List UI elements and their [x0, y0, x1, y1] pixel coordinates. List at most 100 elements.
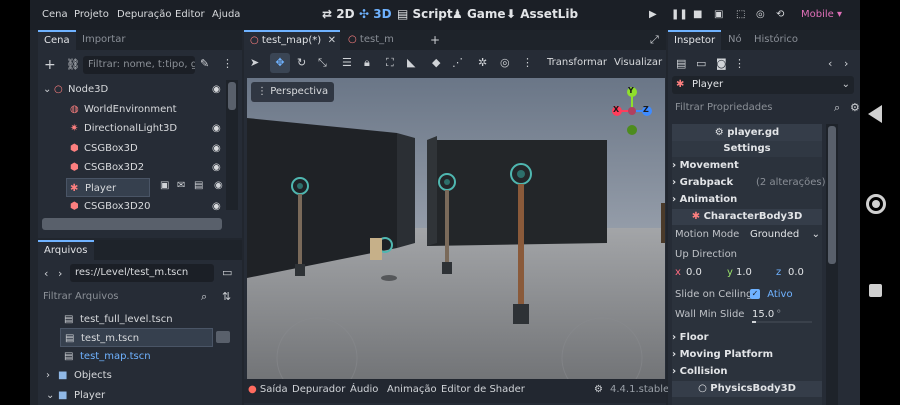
nav-recents-icon[interactable] — [869, 284, 882, 297]
tree-node-worldenvironment[interactable]: ◍ WorldEnvironment — [40, 100, 230, 119]
fullscreen-icon[interactable]: ⤢ — [650, 34, 659, 45]
section-movement[interactable]: › Movement — [672, 158, 852, 174]
shader-editor-tab[interactable]: Editor de Shader — [441, 384, 525, 395]
files-filter-input[interactable]: Filtrar Arquivos — [38, 288, 214, 306]
files-scrollbar-thumb[interactable] — [216, 331, 230, 343]
clapper-icon[interactable]: ▤ — [194, 181, 203, 191]
motion-mode-select[interactable]: Grounded ⌄ — [746, 226, 822, 243]
ruler-icon[interactable]: ◣ — [407, 57, 415, 68]
section-moving-platform[interactable]: › Moving Platform — [672, 347, 852, 363]
tab-test-map[interactable]: ○ test_map(*) ✕ — [244, 30, 340, 50]
link-icon[interactable]: ⛓ — [66, 59, 80, 70]
more-options-icon[interactable]: ⋮ — [522, 57, 533, 68]
section-collision[interactable]: › Collision — [672, 364, 852, 380]
tree-node-player[interactable]: ✱ Player — [66, 177, 150, 197]
add-tab-icon[interactable]: + — [430, 34, 440, 46]
play-icon[interactable]: ▶ — [649, 9, 657, 20]
animation-tab[interactable]: Animação — [387, 384, 437, 395]
visibility-eye-icon[interactable]: ◉ — [212, 119, 221, 138]
wall-min-slide-slider[interactable]: 15.0 ° — [752, 306, 816, 323]
scene-menu-icon[interactable]: ⋮ — [222, 58, 233, 69]
history-back-icon[interactable]: ‹ — [828, 58, 832, 69]
tree-node-csgbox3d[interactable]: ⬢ CSGBox3D ◉ — [40, 139, 230, 158]
visibility-eye-icon[interactable]: ◉ — [214, 181, 223, 191]
group-icon[interactable]: ⛶ — [386, 57, 394, 68]
tab-node[interactable]: Nó — [722, 30, 748, 50]
scene-horizontal-scrollbar[interactable] — [42, 218, 222, 230]
play-scene-icon[interactable]: ▣ — [714, 9, 723, 20]
node-selector[interactable]: ✱ Player ⌄ — [672, 76, 854, 94]
environment-preview-icon[interactable]: ◎ — [500, 57, 510, 68]
inspector-scrollbar[interactable] — [826, 124, 838, 405]
visibility-eye-icon[interactable]: ◉ — [212, 197, 221, 216]
tab-import[interactable]: Importar — [76, 30, 131, 50]
visibility-eye-icon[interactable]: ◉ — [212, 139, 221, 158]
transform-menu[interactable]: Transformar — [547, 57, 607, 68]
mode-3d-button[interactable]: ✣ 3D — [359, 7, 392, 21]
property-filter-input[interactable]: Filtrar Propriedades — [670, 99, 828, 117]
move-tool-icon[interactable]: ✥ — [270, 53, 290, 73]
forward-icon[interactable]: › — [58, 268, 62, 279]
folder-player[interactable]: ⌄ ■ Player — [38, 386, 223, 405]
renderer-selector[interactable]: Mobile ▾ — [801, 9, 842, 20]
audio-tab[interactable]: Áudio — [350, 384, 378, 395]
file-item-test-m[interactable]: ▤ test_m.tscn — [60, 328, 213, 347]
section-floor[interactable]: › Floor — [672, 330, 852, 346]
close-icon[interactable]: ✕ — [328, 32, 336, 49]
remote-icon[interactable]: ⟲ — [776, 9, 784, 20]
scene-filter-input[interactable]: Filtrar: nome, t:tipo, g — [83, 56, 195, 74]
new-resource-icon[interactable]: ▤ — [676, 58, 686, 69]
mode-script-button[interactable]: ▤ Script — [397, 7, 453, 21]
visibility-eye-icon[interactable]: ◉ — [212, 158, 221, 177]
tree-node-csgbox3d2[interactable]: ⬢ CSGBox3D2 ◉ — [40, 158, 230, 177]
scene-vertical-scrollbar[interactable] — [226, 80, 238, 210]
menu-debug[interactable]: Depuração — [117, 9, 172, 20]
nav-home-icon[interactable] — [866, 194, 886, 214]
path-field[interactable]: res://Level/test_m.tscn — [70, 264, 214, 282]
view-menu[interactable]: Visualizar — [614, 57, 662, 68]
scrollbar-thumb[interactable] — [828, 126, 836, 264]
back-icon[interactable]: ‹ — [44, 268, 48, 279]
tree-node-csgbox3d20[interactable]: ⬢ CSGBox3D20 ◉ — [40, 197, 230, 216]
snap-icon[interactable]: ⋰ — [452, 57, 463, 68]
slide-ceiling-checkbox[interactable]: ✓ Ativo — [750, 287, 822, 303]
script-icon[interactable]: ✉ — [177, 181, 185, 191]
output-tab[interactable]: ● Saída — [248, 384, 288, 395]
select-tool-icon[interactable]: ➤ — [250, 57, 259, 68]
mode-assetlib-button[interactable]: ⬇ AssetLib — [506, 7, 578, 21]
tab-inspector[interactable]: Inspetor — [668, 30, 722, 50]
tab-test-m[interactable]: ○ test_m — [342, 30, 400, 50]
save-resource-icon[interactable]: ◙ — [716, 58, 727, 69]
add-node-icon[interactable]: + — [44, 58, 56, 72]
split-view-icon[interactable]: ▭ — [222, 267, 232, 278]
tab-history[interactable]: Histórico — [748, 30, 804, 50]
up-x-field[interactable]: 0.0 — [686, 267, 702, 278]
section-grabpack[interactable]: › Grabpack (2 alterações) — [672, 175, 852, 191]
pause-icon[interactable]: ❚❚ — [671, 9, 688, 20]
perspective-menu[interactable]: ⋮ Perspectiva — [251, 82, 335, 102]
tree-node-root[interactable]: ⌄ ○ Node3D ◉ — [40, 80, 230, 99]
instance-icon[interactable]: ▣ — [160, 181, 169, 191]
tab-scene[interactable]: Cena — [38, 30, 76, 50]
3d-viewport[interactable]: ⋮ Perspectiva Y X Z — [247, 78, 665, 402]
history-forward-icon[interactable]: › — [844, 58, 848, 69]
play-custom-icon[interactable]: ⬚ — [736, 9, 745, 20]
up-z-field[interactable]: 0.0 — [788, 267, 804, 278]
rotate-tool-icon[interactable]: ↻ — [297, 57, 306, 68]
nav-back-icon[interactable] — [868, 105, 882, 123]
property-tools-icon[interactable]: ⚙ — [850, 102, 860, 113]
extra-menu-icon[interactable]: ⋮ — [734, 58, 745, 69]
script-header[interactable]: ⚙ player.gd — [672, 124, 822, 141]
menu-help[interactable]: Ajuda — [212, 9, 240, 20]
stop-icon[interactable]: ■ — [693, 9, 702, 20]
file-item-test-map[interactable]: ▤ test_map.tscn — [38, 347, 223, 366]
file-item-test-full-level[interactable]: ▤ test_full_level.tscn — [38, 310, 223, 329]
scale-tool-icon[interactable]: ⤡ — [318, 57, 327, 68]
list-select-icon[interactable]: ☰ — [342, 57, 352, 68]
script-attach-icon[interactable]: ✎ — [200, 58, 209, 69]
mode-2d-button[interactable]: ⇄ 2D — [322, 7, 355, 21]
section-animation[interactable]: › Animation — [672, 192, 852, 208]
sort-icon[interactable]: ⇅ — [222, 291, 231, 302]
tab-filesystem[interactable]: Arquivos — [38, 240, 94, 260]
menu-scene[interactable]: Cena — [42, 9, 68, 20]
